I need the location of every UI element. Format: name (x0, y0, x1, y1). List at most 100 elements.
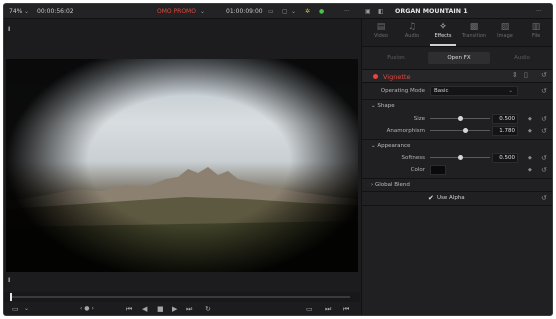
trash-icon[interactable]: ▯ (524, 71, 528, 79)
anamorphism-slider-knob[interactable] (462, 128, 468, 133)
shape-section-label: ⌄ Shape (371, 103, 395, 109)
tab-audio[interactable]: ♫ Audio (399, 22, 425, 39)
use-alpha-checkbox[interactable]: ✔ (428, 194, 434, 202)
view-options-icon[interactable]: ▢ (282, 7, 288, 16)
reset-icon[interactable]: ↺ (541, 126, 547, 136)
tab-label: Audio (404, 33, 420, 39)
anamorphism-value[interactable]: 1.780 (492, 126, 518, 136)
file-tab-icon: ▥ (531, 22, 541, 32)
effect-order-icon[interactable]: ⇕ (512, 71, 518, 79)
zoom-level[interactable]: 74% (9, 7, 22, 16)
active-tab-indicator (430, 44, 456, 46)
use-alpha-row: ✔ Use Alpha ↺ (362, 192, 552, 204)
video-frame[interactable] (6, 59, 358, 272)
safe-area-icon[interactable]: ▭ (12, 304, 19, 314)
softness-value[interactable]: 0.500 (492, 153, 518, 163)
viewer-panel: I I ▭ ⌄ ‹ ● › ⏮ ◀ ■ ▶ ⏭ ↻ ▭ ⏭ ⏮ (4, 19, 360, 315)
size-value[interactable]: 0.500 (492, 114, 518, 124)
stop-icon[interactable]: ■ (157, 304, 164, 314)
inspector-more-icon[interactable]: ··· (536, 7, 542, 16)
color-swatch[interactable] (430, 165, 446, 175)
effect-name: Vignette (383, 73, 411, 81)
timeline-timecode: 01:00:09:00 (226, 8, 263, 15)
reset-effect-icon[interactable]: ↺ (541, 71, 547, 79)
anamorphism-slider[interactable] (430, 130, 490, 131)
divider (362, 205, 552, 206)
go-to-last-icon[interactable]: ⏭ (186, 304, 192, 314)
operating-mode-dropdown[interactable]: Basic ⌄ (430, 86, 518, 96)
operating-mode-row: Operating Mode Basic ⌄ ↺ (362, 85, 552, 97)
transition-tab-icon: ▩ (469, 22, 479, 32)
softness-row: Softness 0.500 ◆ ↺ (362, 152, 552, 164)
timeline-name[interactable]: OMO PROMO (157, 7, 196, 16)
effect-header[interactable]: Vignette ⇕ ▯ ↺ (362, 69, 552, 83)
operating-mode-label: Operating Mode (380, 88, 425, 94)
tab-label: Transition (461, 33, 487, 39)
subtab-fusion[interactable]: Fusion (366, 52, 426, 64)
loop-icon[interactable]: ↻ (205, 304, 211, 314)
match-frame-icon[interactable]: ▭ (306, 304, 313, 314)
reset-icon[interactable]: ↺ (541, 86, 547, 96)
play-reverse-icon[interactable]: ◀ (142, 304, 147, 314)
scrub-track[interactable] (10, 296, 350, 298)
size-row: Size 0.500 ◆ ↺ (362, 113, 552, 125)
timeline-caret-icon[interactable]: ⌄ (200, 7, 205, 16)
inspector-panel: ▤ Video ♫ Audio ✧ Effects ▩ Transition ▨… (361, 19, 552, 315)
view-options-caret-icon[interactable]: ⌄ (291, 7, 296, 16)
reset-icon[interactable]: ↺ (541, 193, 547, 203)
tab-transition[interactable]: ▩ Transition (461, 22, 487, 39)
playhead[interactable] (10, 293, 12, 301)
keyframe-icon[interactable]: ◆ (528, 115, 532, 123)
tab-label: Effects (434, 33, 452, 39)
operating-mode-value: Basic (434, 88, 449, 94)
effects-tab-icon: ✧ (439, 22, 447, 32)
effects-subtabs: Fusion Open FX Audio (362, 50, 552, 66)
keyframe-icon[interactable]: ◆ (528, 154, 532, 162)
scrub-bar[interactable] (4, 292, 360, 302)
audio-tab-icon: ♫ (407, 22, 417, 32)
appearance-section-label: ⌄ Appearance (371, 143, 411, 149)
zoom-caret-icon[interactable]: ⌄ (24, 7, 29, 16)
vignette-overlay (6, 59, 358, 272)
tab-file[interactable]: ▥ File (523, 22, 549, 39)
color-row: Color ◆ ↺ (362, 164, 552, 176)
reset-icon[interactable]: ↺ (541, 153, 547, 163)
softness-label: Softness (401, 155, 425, 161)
anamorphism-label: Anamorphism (386, 128, 425, 134)
size-label: Size (413, 116, 425, 122)
clip-name: ORGAN MOUNTAIN 1 (395, 8, 468, 15)
go-to-first-icon[interactable]: ⏮ (126, 304, 132, 314)
appearance-section-header[interactable]: ⌄ Appearance (362, 140, 552, 152)
subtab-open-fx[interactable]: Open FX (428, 52, 490, 64)
play-icon[interactable]: ▶ (172, 304, 177, 314)
tab-label: Image (497, 33, 513, 39)
resolve-edit-window: 74% ⌄ 00:00:56:02 OMO PROMO ⌄ 01:00:09:0… (3, 3, 553, 316)
safe-area-caret-icon[interactable]: ⌄ (24, 304, 29, 314)
tab-video[interactable]: ▤ Video (368, 22, 394, 39)
softness-slider-knob[interactable] (457, 155, 463, 160)
viewer-topbar: 74% ⌄ 00:00:56:02 OMO PROMO ⌄ 01:00:09:0… (4, 4, 552, 19)
size-slider-knob[interactable] (457, 116, 463, 121)
jog-control-icon[interactable]: ‹ ● › (80, 304, 94, 314)
color-label: Color (410, 167, 425, 173)
in-marker-icon: I (8, 26, 11, 33)
tab-label: File (531, 33, 541, 39)
color-wand-icon[interactable]: ✲ (305, 7, 310, 16)
dual-viewer-icon[interactable]: ▭ (268, 7, 274, 16)
global-blend-section-header[interactable]: › Global Blend (362, 179, 552, 191)
reset-icon[interactable]: ↺ (541, 114, 547, 124)
inspector-toggle-icon[interactable]: ▣ (365, 7, 371, 16)
tab-image[interactable]: ▨ Image (492, 22, 518, 39)
tab-effects[interactable]: ✧ Effects (430, 22, 456, 39)
effect-enable-toggle[interactable] (373, 74, 378, 79)
subtab-audio[interactable]: Audio (492, 52, 552, 64)
keyframe-icon[interactable]: ◆ (528, 127, 532, 135)
viewer-more-icon[interactable]: ··· (344, 7, 350, 16)
keyframe-icon[interactable]: ◆ (528, 166, 532, 174)
reset-icon[interactable]: ↺ (541, 165, 547, 175)
shape-section-header[interactable]: ⌄ Shape (362, 100, 552, 112)
transport-controls: ▭ ⌄ ‹ ● › ⏮ ◀ ■ ▶ ⏭ ↻ ▭ ⏭ ⏮ (4, 302, 360, 315)
next-marker-icon[interactable]: ⏭ (325, 304, 331, 314)
end-icon[interactable]: ⏮ (343, 304, 349, 314)
split-view-icon[interactable]: ◧ (378, 7, 384, 16)
